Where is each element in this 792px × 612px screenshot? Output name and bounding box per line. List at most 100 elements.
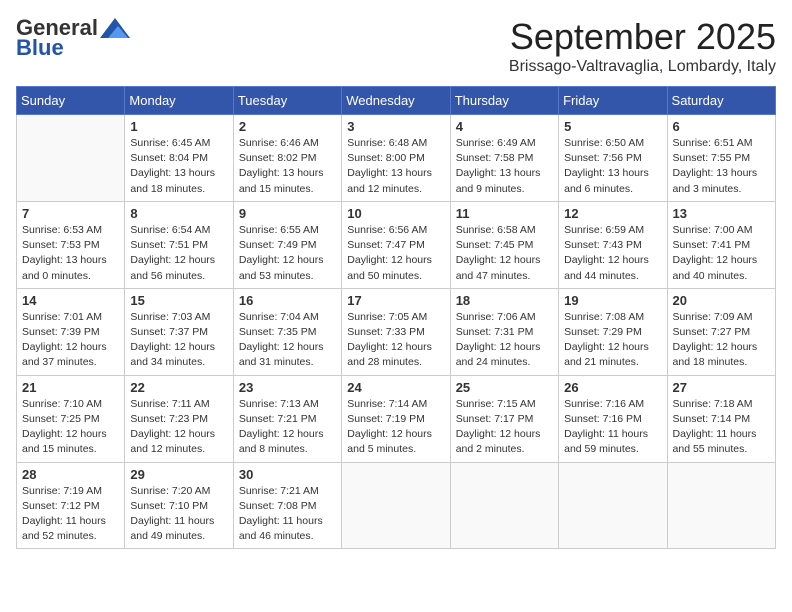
calendar-cell: 16Sunrise: 7:04 AM Sunset: 7:35 PM Dayli… (233, 288, 341, 375)
calendar-cell: 28 Sunrise: 7:19 AM Sunset: 7:12 PM Dayli… (17, 462, 125, 549)
day-number: 20 (673, 293, 770, 308)
day-info: Sunrise: 7:04 AM Sunset: 7:35 PM Dayligh… (239, 310, 336, 371)
calendar-cell: 7 Sunrise: 6:53 AM Sunset: 7:53 PM Daylig… (17, 201, 125, 288)
day-number: 14 (22, 293, 119, 308)
day-info: Sunrise: 7:08 AM Sunset: 7:29 PM Dayligh… (564, 310, 661, 371)
day-number: 21 (22, 380, 119, 395)
calendar-cell (667, 462, 775, 549)
day-info: Sunrise: 6:53 AM Sunset: 7:53 PM Dayligh… (22, 223, 119, 284)
calendar-cell (559, 462, 667, 549)
calendar-cell: 24Sunrise: 7:14 AM Sunset: 7:19 PM Dayli… (342, 375, 450, 462)
calendar-cell: 3 Sunrise: 6:48 AM Sunset: 8:00 PM Daylig… (342, 115, 450, 202)
day-info: Sunrise: 7:05 AM Sunset: 7:33 PM Dayligh… (347, 310, 444, 371)
day-number: 7 (22, 206, 119, 221)
calendar-table: SundayMondayTuesdayWednesdayThursdayFrid… (16, 86, 776, 549)
day-info: Sunrise: 6:56 AM Sunset: 7:47 PM Dayligh… (347, 223, 444, 284)
col-header-saturday: Saturday (667, 87, 775, 115)
calendar-cell: 10 Sunrise: 6:56 AM Sunset: 7:47 PM Dayli… (342, 201, 450, 288)
day-number: 18 (456, 293, 553, 308)
calendar-cell: 2 Sunrise: 6:46 AM Sunset: 8:02 PM Daylig… (233, 115, 341, 202)
day-info: Sunrise: 6:46 AM Sunset: 8:02 PM Dayligh… (239, 136, 336, 197)
day-number: 8 (130, 206, 227, 221)
calendar-cell (342, 462, 450, 549)
day-info: Sunrise: 6:50 AM Sunset: 7:56 PM Dayligh… (564, 136, 661, 197)
day-info: Sunrise: 7:18 AM Sunset: 7:14 PM Dayligh… (673, 397, 770, 458)
col-header-thursday: Thursday (450, 87, 558, 115)
day-info: Sunrise: 7:15 AM Sunset: 7:17 PM Dayligh… (456, 397, 553, 458)
day-info: Sunrise: 7:09 AM Sunset: 7:27 PM Dayligh… (673, 310, 770, 371)
col-header-wednesday: Wednesday (342, 87, 450, 115)
col-header-sunday: Sunday (17, 87, 125, 115)
day-number: 2 (239, 119, 336, 134)
calendar-cell: 23 Sunrise: 7:13 AM Sunset: 7:21 PM Dayli… (233, 375, 341, 462)
calendar-cell: 13 Sunrise: 7:00 AM Sunset: 7:41 PM Dayli… (667, 201, 775, 288)
day-number: 5 (564, 119, 661, 134)
page-header: General Blue September 2025 Brissago-Val… (16, 16, 776, 76)
calendar-week-2: 7 Sunrise: 6:53 AM Sunset: 7:53 PM Daylig… (17, 201, 776, 288)
day-info: Sunrise: 7:00 AM Sunset: 7:41 PM Dayligh… (673, 223, 770, 284)
calendar-cell: 21 Sunrise: 7:10 AM Sunset: 7:25 PM Dayli… (17, 375, 125, 462)
day-number: 11 (456, 206, 553, 221)
calendar-cell: 1Sunrise: 6:45 AM Sunset: 8:04 PM Daylig… (125, 115, 233, 202)
calendar-cell: 19Sunrise: 7:08 AM Sunset: 7:29 PM Dayli… (559, 288, 667, 375)
calendar-cell: 9 Sunrise: 6:55 AM Sunset: 7:49 PM Daylig… (233, 201, 341, 288)
day-info: Sunrise: 7:16 AM Sunset: 7:16 PM Dayligh… (564, 397, 661, 458)
day-number: 28 (22, 467, 119, 482)
logo-icon (100, 18, 130, 38)
day-number: 10 (347, 206, 444, 221)
calendar-cell: 6 Sunrise: 6:51 AM Sunset: 7:55 PM Daylig… (667, 115, 775, 202)
day-number: 23 (239, 380, 336, 395)
day-info: Sunrise: 7:01 AM Sunset: 7:39 PM Dayligh… (22, 310, 119, 371)
calendar-cell: 27 Sunrise: 7:18 AM Sunset: 7:14 PM Dayli… (667, 375, 775, 462)
calendar-cell: 5 Sunrise: 6:50 AM Sunset: 7:56 PM Daylig… (559, 115, 667, 202)
month-title: September 2025 (509, 16, 776, 58)
calendar-cell: 15Sunrise: 7:03 AM Sunset: 7:37 PM Dayli… (125, 288, 233, 375)
calendar-cell: 14 Sunrise: 7:01 AM Sunset: 7:39 PM Dayli… (17, 288, 125, 375)
day-info: Sunrise: 6:49 AM Sunset: 7:58 PM Dayligh… (456, 136, 553, 197)
day-info: Sunrise: 7:13 AM Sunset: 7:21 PM Dayligh… (239, 397, 336, 458)
calendar-cell: 25 Sunrise: 7:15 AM Sunset: 7:17 PM Dayli… (450, 375, 558, 462)
calendar-cell: 18Sunrise: 7:06 AM Sunset: 7:31 PM Dayli… (450, 288, 558, 375)
calendar-cell: 12Sunrise: 6:59 AM Sunset: 7:43 PM Dayli… (559, 201, 667, 288)
day-number: 15 (130, 293, 227, 308)
day-info: Sunrise: 6:45 AM Sunset: 8:04 PM Dayligh… (130, 136, 227, 197)
day-number: 30 (239, 467, 336, 482)
day-number: 9 (239, 206, 336, 221)
day-number: 29 (130, 467, 227, 482)
calendar-cell: 29 Sunrise: 7:20 AM Sunset: 7:10 PM Dayli… (125, 462, 233, 549)
calendar-week-3: 14 Sunrise: 7:01 AM Sunset: 7:39 PM Dayli… (17, 288, 776, 375)
col-header-friday: Friday (559, 87, 667, 115)
calendar-cell: 4 Sunrise: 6:49 AM Sunset: 7:58 PM Daylig… (450, 115, 558, 202)
calendar-cell: 30 Sunrise: 7:21 AM Sunset: 7:08 PM Dayli… (233, 462, 341, 549)
day-number: 17 (347, 293, 444, 308)
calendar-cell (450, 462, 558, 549)
day-info: Sunrise: 7:19 AM Sunset: 7:12 PM Dayligh… (22, 484, 119, 545)
calendar-cell (17, 115, 125, 202)
calendar-cell: 22 Sunrise: 7:11 AM Sunset: 7:23 PM Dayli… (125, 375, 233, 462)
col-header-tuesday: Tuesday (233, 87, 341, 115)
day-number: 24 (347, 380, 444, 395)
day-info: Sunrise: 6:51 AM Sunset: 7:55 PM Dayligh… (673, 136, 770, 197)
day-info: Sunrise: 7:20 AM Sunset: 7:10 PM Dayligh… (130, 484, 227, 545)
day-number: 27 (673, 380, 770, 395)
col-header-monday: Monday (125, 87, 233, 115)
day-number: 4 (456, 119, 553, 134)
day-info: Sunrise: 7:11 AM Sunset: 7:23 PM Dayligh… (130, 397, 227, 458)
logo-blue: Blue (16, 36, 64, 60)
day-info: Sunrise: 6:55 AM Sunset: 7:49 PM Dayligh… (239, 223, 336, 284)
calendar-week-5: 28 Sunrise: 7:19 AM Sunset: 7:12 PM Dayli… (17, 462, 776, 549)
day-number: 25 (456, 380, 553, 395)
day-info: Sunrise: 6:48 AM Sunset: 8:00 PM Dayligh… (347, 136, 444, 197)
day-info: Sunrise: 6:58 AM Sunset: 7:45 PM Dayligh… (456, 223, 553, 284)
calendar-cell: 8Sunrise: 6:54 AM Sunset: 7:51 PM Daylig… (125, 201, 233, 288)
day-number: 6 (673, 119, 770, 134)
day-number: 13 (673, 206, 770, 221)
day-number: 12 (564, 206, 661, 221)
day-number: 3 (347, 119, 444, 134)
calendar-week-1: 1Sunrise: 6:45 AM Sunset: 8:04 PM Daylig… (17, 115, 776, 202)
logo: General Blue (16, 16, 130, 60)
calendar-cell: 17 Sunrise: 7:05 AM Sunset: 7:33 PM Dayli… (342, 288, 450, 375)
day-info: Sunrise: 7:21 AM Sunset: 7:08 PM Dayligh… (239, 484, 336, 545)
day-number: 22 (130, 380, 227, 395)
day-info: Sunrise: 7:10 AM Sunset: 7:25 PM Dayligh… (22, 397, 119, 458)
